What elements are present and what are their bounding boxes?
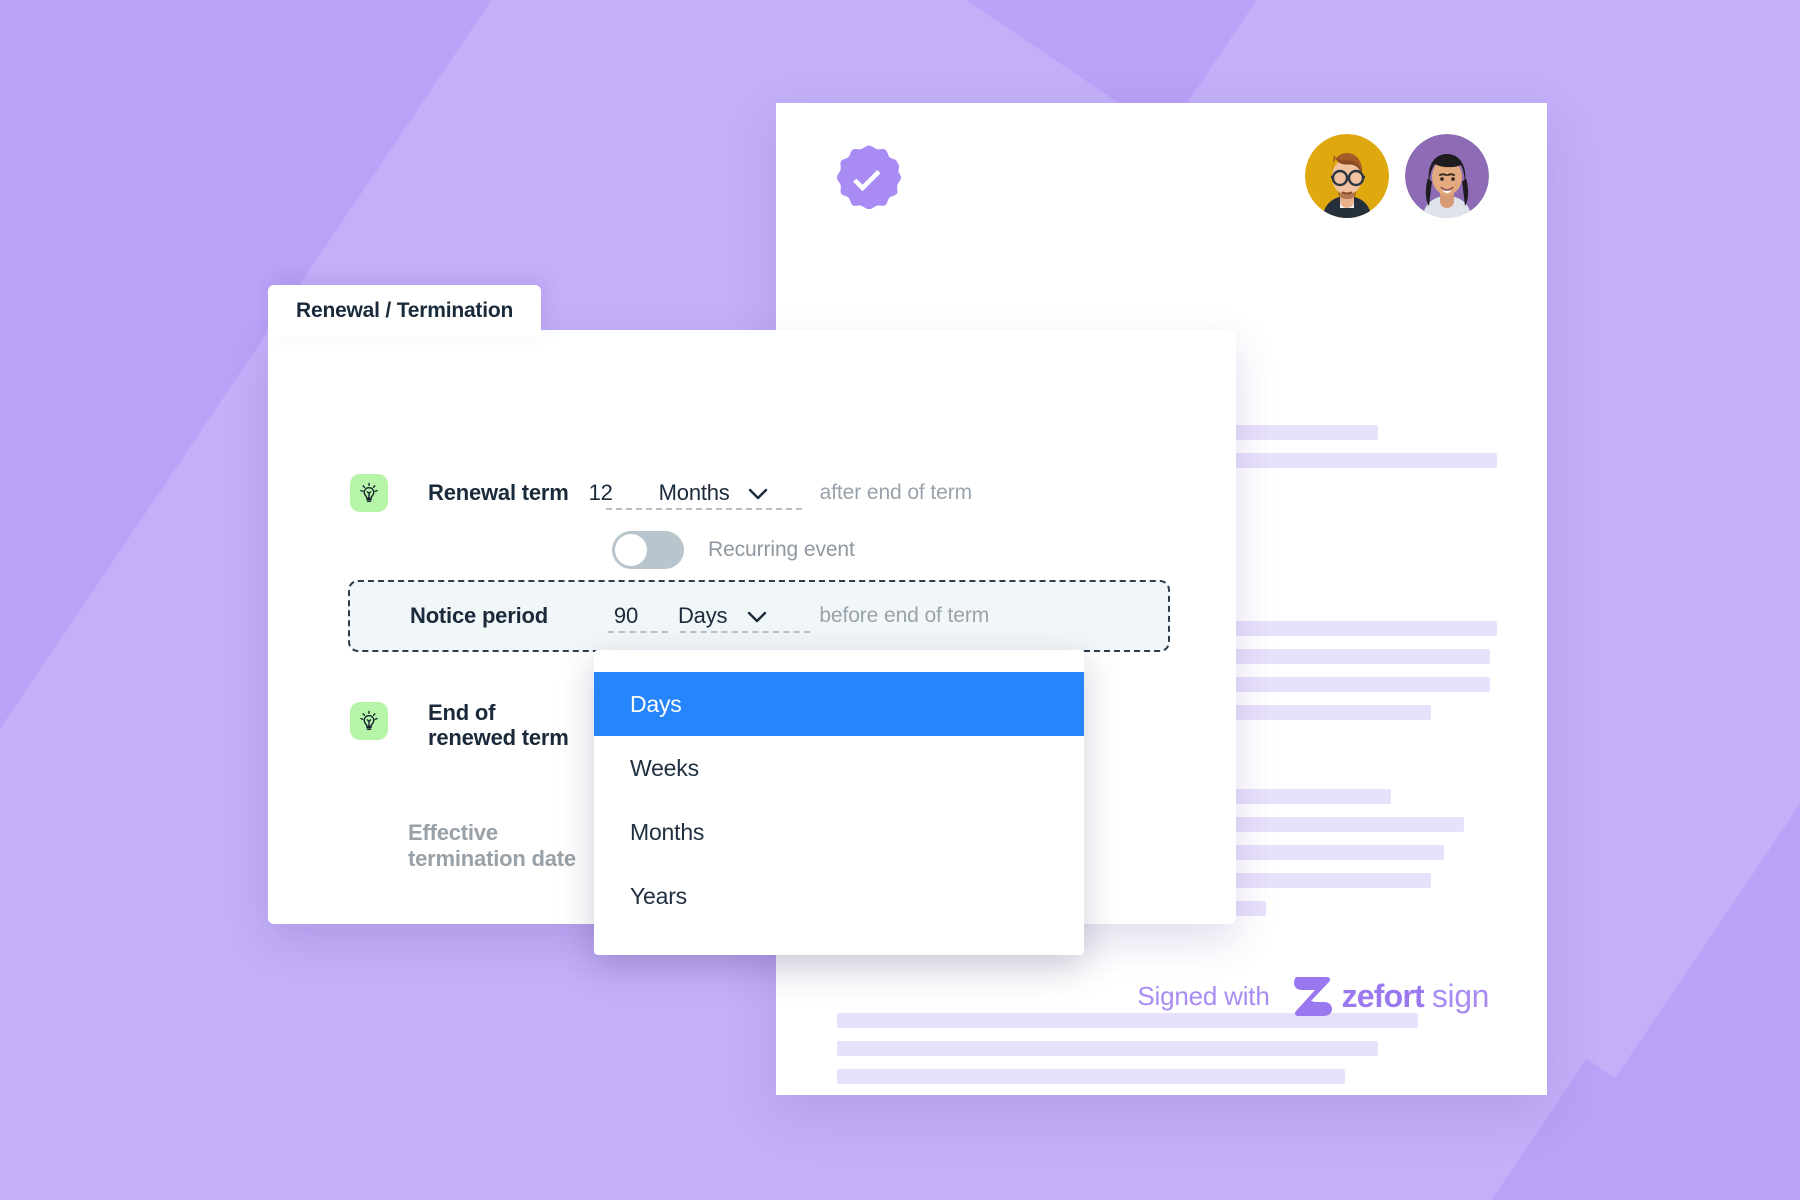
renewal-term-label: Renewal term [428,480,569,506]
document-header [776,103,1547,263]
end-of-renewed-term-label-line1: End of [428,700,496,725]
end-of-renewed-term-row: End of renewed term [350,700,569,751]
chevron-down-icon[interactable] [748,487,768,500]
dropdown-item[interactable]: Months [594,800,1084,864]
recurring-event-row: Recurring event [612,531,855,569]
zefort-z-logo-icon [1293,977,1332,1016]
signed-with-label: Signed with [1137,980,1270,1011]
brand-name: zefort [1341,977,1425,1014]
document-line [837,1041,1379,1056]
signer-avatars [1305,134,1489,218]
notice-period-label: Notice period [410,603,548,629]
notice-period-row[interactable]: Notice period 90 Days before end of term [348,580,1170,652]
dropdown-item-label: Years [630,882,687,909]
tab-label: Renewal / Termination [296,299,514,322]
renewal-term-unit-select[interactable]: Months [659,480,730,506]
notice-period-value-input[interactable]: 90 [594,603,638,629]
tab-renewal-termination[interactable]: Renewal / Termination [268,285,542,337]
avatar[interactable] [1305,134,1389,218]
renewal-term-suffix: after end of term [819,481,972,504]
dropdown-item[interactable]: Years [594,864,1084,928]
avatar[interactable] [1405,134,1489,218]
zefort-sign-logo: zefort sign [1290,975,1489,1017]
notice-period-number-underline [608,631,668,633]
chevron-down-icon[interactable] [747,610,767,623]
lightbulb-icon [350,474,388,512]
end-of-renewed-term-label: End of renewed term [428,700,569,751]
recurring-event-label: Recurring event [708,538,855,561]
effective-termination-date-line2: termination date [408,845,576,871]
notice-period-unit-select[interactable]: Days [678,603,728,629]
recurring-event-toggle[interactable] [612,531,684,569]
dropdown-item-label: Weeks [630,754,699,781]
lightbulb-icon [350,702,388,740]
document-line [837,1069,1346,1084]
dropdown-item[interactable]: Days [594,672,1084,736]
effective-termination-date-label: Effective termination date [408,820,576,872]
verified-check-badge-icon [837,145,903,210]
notice-period-suffix: before end of term [819,604,990,627]
dropdown-item[interactable]: Weeks [594,736,1084,800]
dropdown-item-label: Months [630,818,705,845]
end-of-renewed-term-label-line2: renewed term [428,725,569,751]
unit-dropdown-menu[interactable]: Days Weeks Months Years [594,650,1084,955]
effective-termination-date-line1: Effective [408,820,498,845]
document-footer: Signed with zefort sign [1137,975,1489,1017]
document-line-gap [837,957,1497,972]
toggle-knob [615,534,647,566]
renewal-term-value-input[interactable]: 12 [569,480,613,506]
notice-period-unit-underline [680,631,810,633]
brand-product: sign [1431,977,1490,1014]
renewal-term-field-underline [606,508,802,510]
renewal-term-row: Renewal term 12 Months after end of term [350,474,972,512]
dropdown-item-label: Days [630,690,682,717]
